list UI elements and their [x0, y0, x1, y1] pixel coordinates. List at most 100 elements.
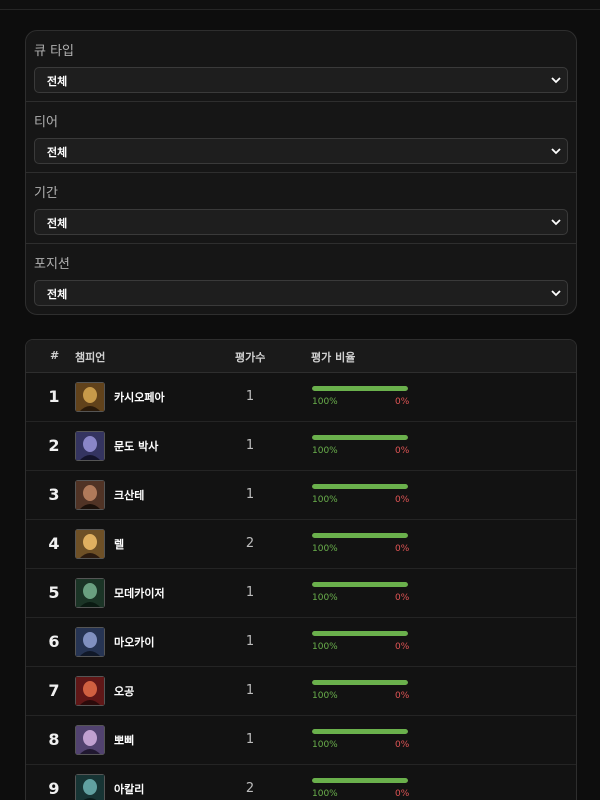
filter-label: 포지션 [34, 257, 70, 272]
table-row[interactable]: 4 렐 2 100% 0% [26, 520, 576, 569]
filter-label: 기간 [34, 186, 58, 201]
rating-ratio-bar [312, 778, 408, 783]
table-row[interactable]: 1 카시오페아 1 100% 0% [26, 373, 576, 422]
rating-ratio-fill [312, 729, 408, 734]
table-row[interactable]: 2 문도 박사 1 100% 0% [26, 422, 576, 471]
queue-type-select[interactable]: 전체 [34, 67, 568, 93]
rating-ratio-bar [312, 631, 408, 636]
rating-ratio-bar [312, 386, 408, 391]
rating-ratio-fill [312, 778, 408, 783]
positive-percent: 100% [312, 691, 338, 701]
header-count[interactable]: 평가수 [235, 349, 265, 365]
rating-ratio-fill [312, 435, 408, 440]
champion-portrait[interactable] [75, 676, 105, 706]
champion-name[interactable]: 카시오페아 [114, 389, 165, 405]
rating-count: 2 [245, 781, 255, 796]
champion-name[interactable]: 마오카이 [114, 634, 154, 650]
filter-position: 포지션 전체 [26, 244, 576, 314]
chevron-down-icon [551, 219, 561, 226]
filter-label: 티어 [34, 115, 58, 130]
table-header: # 챔피언 평가수 평가 비율 [26, 340, 576, 373]
champion-name[interactable]: 모데카이저 [114, 585, 165, 601]
positive-percent: 100% [312, 544, 338, 554]
table-row[interactable]: 5 모데카이저 1 100% 0% [26, 569, 576, 618]
rating-ratio-fill [312, 484, 408, 489]
rating-ratio-bar [312, 484, 408, 489]
positive-percent: 100% [312, 642, 338, 652]
rank-number: 1 [48, 387, 60, 406]
champion-name[interactable]: 뽀삐 [114, 732, 134, 748]
negative-percent: 0% [395, 593, 410, 603]
chevron-down-icon [551, 77, 561, 84]
filter-tier: 티어 전체 [26, 102, 576, 173]
champion-name[interactable]: 오공 [114, 683, 134, 699]
rank-number: 3 [48, 485, 60, 504]
positive-percent: 100% [312, 789, 338, 799]
rank-number: 2 [48, 436, 60, 455]
select-value: 전체 [47, 288, 68, 301]
champion-portrait[interactable] [75, 431, 105, 461]
champion-portrait[interactable] [75, 578, 105, 608]
rating-ratio-fill [312, 582, 408, 587]
rank-number: 6 [48, 632, 60, 651]
filter-panel: 큐 타입 전체 티어 전체 기간 전체 포지션 전체 [25, 30, 577, 315]
chevron-down-icon [551, 290, 561, 297]
negative-percent: 0% [395, 691, 410, 701]
rating-ratio-fill [312, 631, 408, 636]
positive-percent: 100% [312, 397, 338, 407]
rank-number: 7 [48, 681, 60, 700]
rank-number: 5 [48, 583, 60, 602]
champion-portrait[interactable] [75, 480, 105, 510]
champion-name[interactable]: 렐 [114, 536, 124, 552]
positive-percent: 100% [312, 446, 338, 456]
champion-portrait[interactable] [75, 382, 105, 412]
rating-count: 1 [245, 438, 255, 453]
rating-ratio-bar [312, 582, 408, 587]
rating-ratio-bar [312, 729, 408, 734]
header-ratio: 평가 비율 [311, 351, 356, 364]
champion-portrait[interactable] [75, 774, 105, 800]
rank-number: 9 [48, 779, 60, 798]
champion-name[interactable]: 문도 박사 [114, 438, 158, 454]
filter-period: 기간 전체 [26, 173, 576, 244]
rating-ratio-bar [312, 435, 408, 440]
table-row[interactable]: 6 마오카이 1 100% 0% [26, 618, 576, 667]
champion-portrait[interactable] [75, 725, 105, 755]
rank-number: 8 [48, 730, 60, 749]
table-row[interactable]: 8 뽀삐 1 100% 0% [26, 716, 576, 765]
table-row[interactable]: 7 오공 1 100% 0% [26, 667, 576, 716]
champion-portrait[interactable] [75, 627, 105, 657]
select-value: 전체 [47, 146, 68, 159]
champion-rating-table: # 챔피언 평가수 평가 비율 1 카시오페아 1 100% 0% 2 문도 박사 1 100%… [25, 339, 577, 800]
rank-number: 4 [48, 534, 60, 553]
rating-count: 1 [245, 634, 255, 649]
negative-percent: 0% [395, 789, 410, 799]
select-value: 전체 [47, 75, 68, 88]
table-row[interactable]: 3 크산테 1 100% 0% [26, 471, 576, 520]
negative-percent: 0% [395, 740, 410, 750]
chevron-down-icon [551, 148, 561, 155]
negative-percent: 0% [395, 544, 410, 554]
tier-select[interactable]: 전체 [34, 138, 568, 164]
champion-portrait[interactable] [75, 529, 105, 559]
header-rank: # [50, 349, 60, 362]
header-champion: 챔피언 [75, 351, 106, 364]
rating-ratio-fill [312, 533, 408, 538]
rating-ratio-fill [312, 386, 408, 391]
rating-count: 1 [245, 585, 255, 600]
table-row[interactable]: 9 아칼리 2 100% 0% [26, 765, 576, 800]
rating-ratio-bar [312, 533, 408, 538]
rating-count: 1 [245, 683, 255, 698]
period-select[interactable]: 전체 [34, 209, 568, 235]
negative-percent: 0% [395, 397, 410, 407]
champion-name[interactable]: 아칼리 [114, 781, 144, 797]
positive-percent: 100% [312, 593, 338, 603]
filter-queue-type: 큐 타입 전체 [26, 31, 576, 102]
champion-name[interactable]: 크산테 [114, 487, 144, 503]
negative-percent: 0% [395, 495, 410, 505]
rating-ratio-bar [312, 680, 408, 685]
rating-count: 1 [245, 389, 255, 404]
position-select[interactable]: 전체 [34, 280, 568, 306]
negative-percent: 0% [395, 446, 410, 456]
negative-percent: 0% [395, 642, 410, 652]
